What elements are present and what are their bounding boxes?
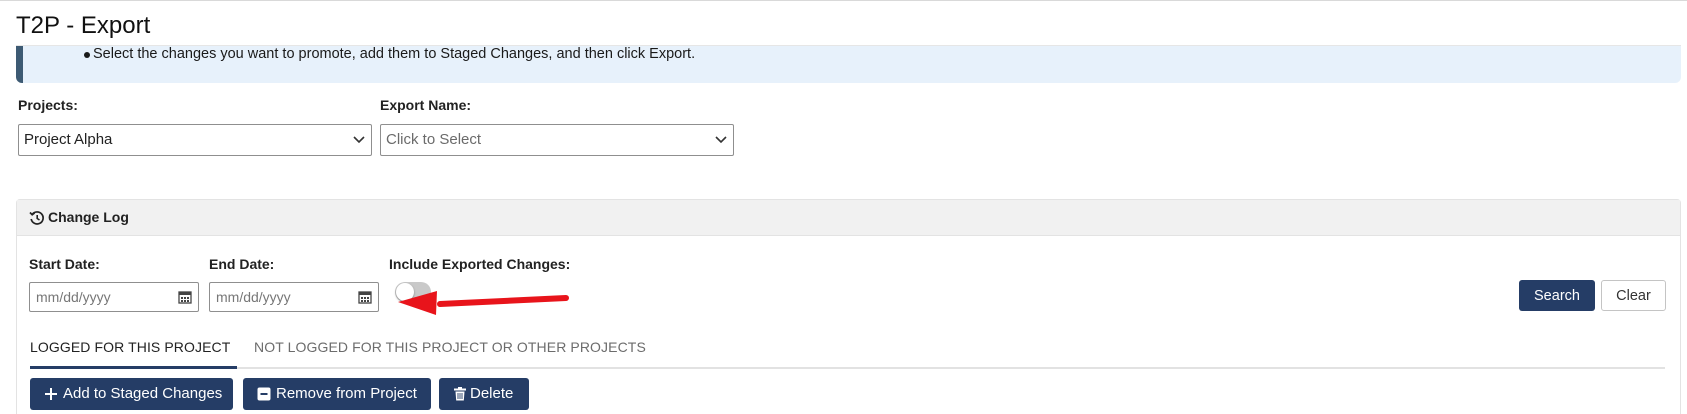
toggle-knob	[396, 283, 414, 301]
projects-select[interactable]: Project Alpha	[18, 124, 372, 156]
change-log-title: Change Log	[48, 209, 129, 225]
history-icon	[29, 211, 44, 225]
search-button[interactable]: Search	[1519, 280, 1595, 311]
change-log-header: Change Log	[17, 200, 1680, 236]
include-exported-label: Include Exported Changes:	[389, 256, 571, 272]
bullet-icon	[84, 52, 90, 58]
end-date-placeholder: mm/dd/yyyy	[216, 289, 291, 305]
info-instruction: Select the changes you want to promote, …	[93, 46, 696, 62]
start-date-placeholder: mm/dd/yyyy	[36, 289, 111, 305]
calendar-icon[interactable]	[358, 290, 372, 304]
add-to-staged-changes-button[interactable]: Add to Staged Changes	[30, 378, 233, 410]
tab-logged-for-this-project[interactable]: LOGGED FOR THIS PROJECT	[30, 339, 230, 355]
plus-icon	[45, 388, 57, 400]
start-date-input[interactable]: mm/dd/yyyy	[29, 282, 199, 312]
trash-icon	[454, 387, 466, 401]
active-tab-indicator	[30, 366, 237, 369]
include-exported-toggle[interactable]	[395, 282, 431, 302]
remove-from-project-label: Remove from Project	[276, 385, 417, 402]
info-banner: Select the changes you want to promote, …	[16, 46, 1681, 83]
export-name-label: Export Name:	[380, 97, 472, 113]
minus-square-icon	[257, 387, 271, 401]
top-border	[0, 0, 1687, 1]
delete-button[interactable]: Delete	[439, 378, 529, 410]
add-to-staged-changes-label: Add to Staged Changes	[63, 385, 223, 402]
export-name-select[interactable]: Click to Select	[380, 124, 734, 156]
page-title: T2P - Export	[16, 12, 151, 39]
end-date-label: End Date:	[209, 256, 275, 272]
tabs-divider	[30, 367, 1665, 369]
projects-label: Projects:	[18, 97, 78, 113]
calendar-icon[interactable]	[178, 290, 192, 304]
projects-selected-value: Project Alpha	[24, 131, 113, 148]
tab-not-logged-for-this-project[interactable]: NOT LOGGED FOR THIS PROJECT OR OTHER PRO…	[254, 339, 646, 355]
chevron-down-icon	[353, 136, 365, 144]
start-date-label: Start Date:	[29, 256, 100, 272]
chevron-down-icon	[715, 136, 727, 144]
delete-label: Delete	[470, 385, 514, 402]
export-name-placeholder: Click to Select	[386, 131, 482, 148]
remove-from-project-button[interactable]: Remove from Project	[243, 378, 431, 410]
clear-button[interactable]: Clear	[1601, 280, 1666, 311]
end-date-input[interactable]: mm/dd/yyyy	[209, 282, 379, 312]
